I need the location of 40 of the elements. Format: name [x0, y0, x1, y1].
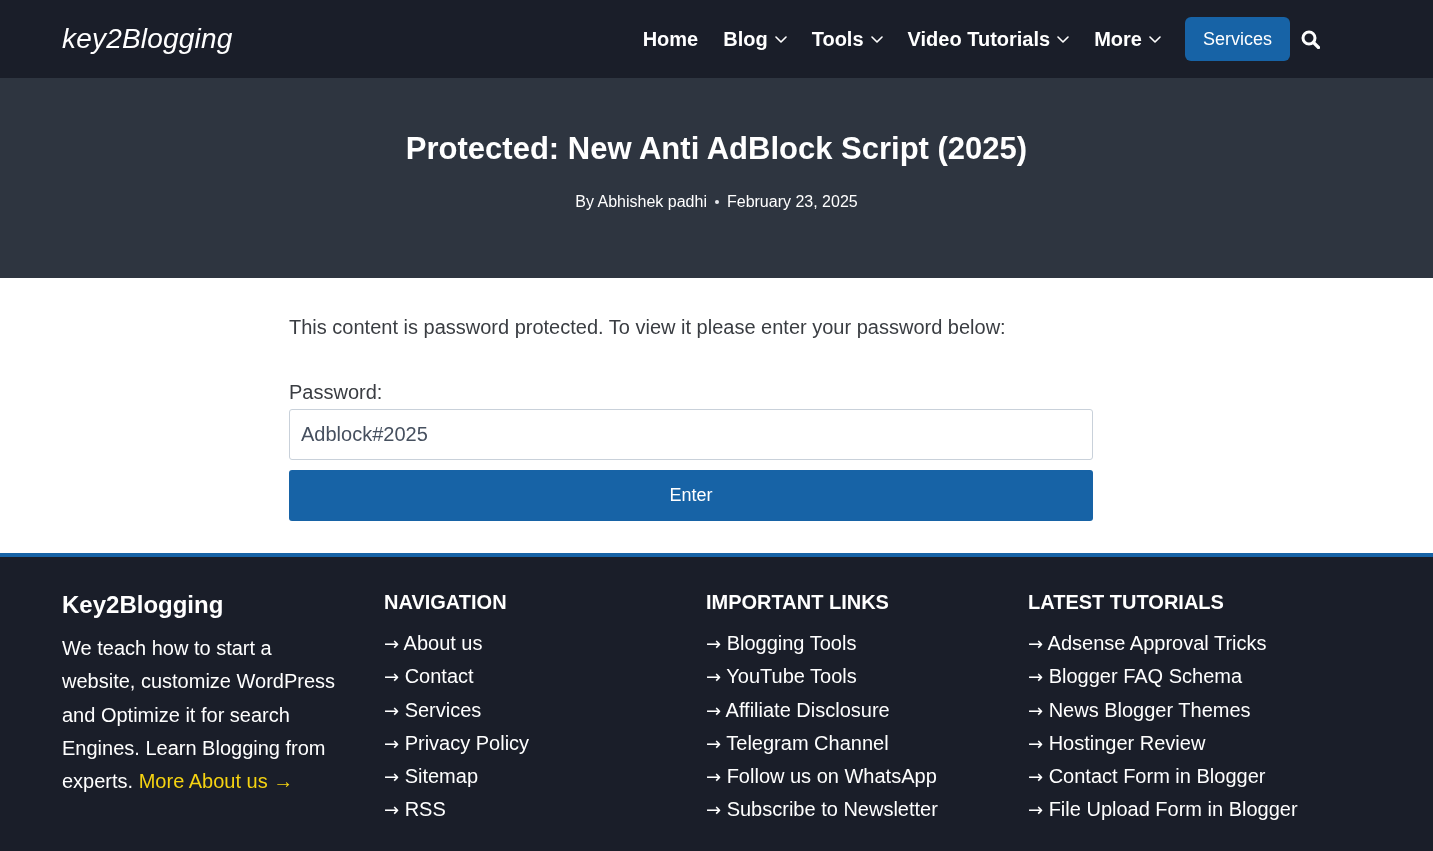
footer-heading: LATEST TUTORIALS — [1028, 590, 1225, 614]
footer-link[interactable]: → Blogging Tools — [706, 627, 857, 661]
footer-link[interactable]: → Blogger FAQ Schema — [1028, 660, 1243, 694]
separator-dot-icon — [714, 200, 719, 204]
footer-link[interactable]: → Affiliate Disclosure — [706, 693, 890, 727]
search-icon[interactable] — [1301, 29, 1320, 49]
footer-link[interactable]: → File Upload Form in Blogger — [1028, 793, 1298, 827]
nav-link[interactable]: More — [1094, 27, 1161, 51]
site-logo[interactable]: key2Blogging — [62, 23, 233, 55]
footer-link[interactable]: → Subscribe to Newsletter — [706, 793, 938, 827]
enter-button[interactable]: Enter — [289, 470, 1093, 521]
post-title: Protected: New Anti AdBlock Script (2025) — [405, 130, 1028, 168]
post-author: By Abhishek padhi — [575, 192, 707, 212]
services-button[interactable]: Services — [1184, 17, 1290, 61]
about-text: We teach how to start a website, customize WordPress and Optimize it for search Engines. Learn Blogging from experts. More About us → — [62, 636, 337, 795]
password-label: Password: — [289, 380, 383, 404]
nav-link[interactable]: Tools — [811, 27, 883, 51]
footer-link[interactable]: → Follow us on WhatsApp — [706, 760, 937, 794]
footer-link[interactable]: → Adsense Approval Tricks — [1028, 627, 1267, 661]
footer-link[interactable]: → Contact — [384, 660, 474, 694]
nav-link[interactable]: Home — [642, 27, 699, 51]
footer-link[interactable]: → About us — [384, 627, 483, 661]
footer-link[interactable]: → Contact Form in Blogger — [1028, 760, 1266, 794]
footer-link[interactable]: → Services — [384, 693, 482, 727]
footer-heading: IMPORTANT LINKS — [706, 590, 890, 614]
footer-link[interactable]: → YouTube Tools — [706, 660, 857, 694]
footer-brand: Key2Blogging — [62, 590, 225, 620]
protected-message: This content is password protected. To view it please enter your password below: — [289, 315, 1006, 340]
footer-link[interactable]: → News Blogger Themes — [1028, 693, 1251, 727]
footer-link[interactable]: → RSS — [384, 793, 446, 827]
footer-heading: NAVIGATION — [384, 590, 508, 614]
footer-link[interactable]: → Telegram Channel — [706, 726, 889, 761]
nav-link[interactable]: Blog — [723, 27, 787, 51]
footer-link[interactable]: → Sitemap — [384, 760, 479, 794]
password-field[interactable]: Adblock#2025 — [289, 409, 1093, 460]
nav-link[interactable]: Video Tutorials — [907, 27, 1070, 51]
footer-link[interactable]: → Hostinger Review — [1028, 726, 1206, 761]
more-about-link[interactable]: More About us → — [138, 770, 294, 793]
footer-link[interactable]: → Privacy Policy — [384, 726, 530, 761]
post-date: February 23, 2025 — [726, 192, 858, 212]
